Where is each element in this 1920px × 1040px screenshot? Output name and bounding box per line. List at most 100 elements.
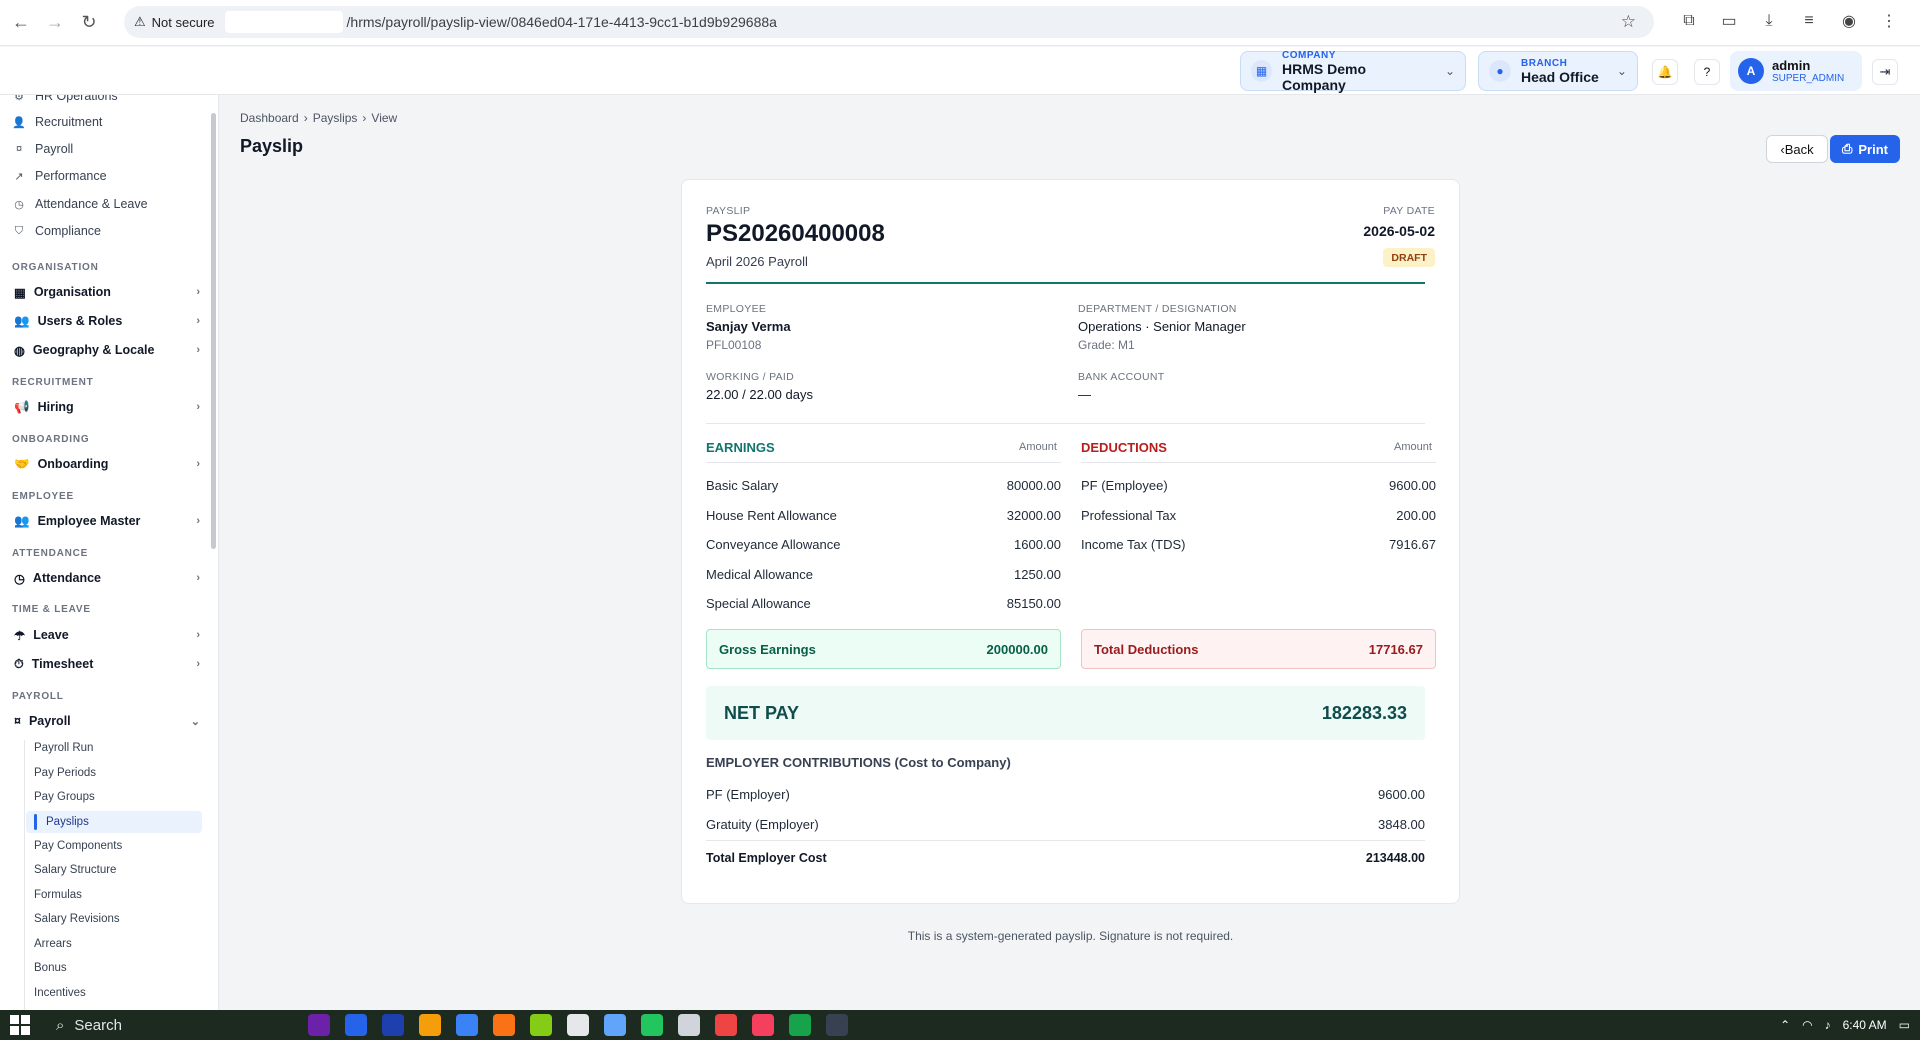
sidebar-subitem-payroll-run[interactable]: Payroll Run <box>34 739 93 757</box>
wifi-icon[interactable]: ◠ <box>1802 1018 1812 1032</box>
sidebar-item-label: HR Operations <box>35 95 118 103</box>
back-button[interactable]: ‹ Back <box>1766 135 1828 163</box>
sidebar-item-timesheet[interactable]: ⏱ Timesheet › <box>14 654 200 674</box>
sidebar-item-attendance-leave[interactable]: ◷ Attendance & Leave <box>12 194 147 214</box>
sidebar-item-payroll[interactable]: ¤ Payroll ⌄ <box>14 711 200 731</box>
cast-icon[interactable]: ▭ <box>1716 8 1742 34</box>
user-menu[interactable]: A admin SUPER_ADMIN <box>1730 51 1862 91</box>
sidebar-item-performance[interactable]: ↗ Performance <box>12 166 106 186</box>
users-icon: 👥 <box>14 513 30 528</box>
volume-icon[interactable]: ♪ <box>1825 1018 1831 1032</box>
net-pay-value: 182283.33 <box>1321 702 1407 723</box>
group-organisation: ORGANISATION <box>12 262 99 273</box>
app-icon[interactable] <box>641 1014 663 1036</box>
forward-arrow-icon[interactable]: → <box>42 10 68 36</box>
breadcrumb-dashboard[interactable]: Dashboard <box>240 111 299 125</box>
sidebar-subitem-salary-revisions[interactable]: Salary Revisions <box>34 910 120 928</box>
sidebar-subitem-payslips[interactable]: Payslips <box>26 811 202 833</box>
download-icon[interactable]: ⤓ <box>1756 8 1782 34</box>
deduction-amount: 9600.00 <box>1389 478 1436 493</box>
company-selector[interactable]: ▦ COMPANY HRMS Demo Company ⌄ <box>1240 50 1466 93</box>
clock-time[interactable]: 6:40 AM <box>1843 1018 1887 1032</box>
breadcrumb: Dashboard › Payslips › View <box>240 111 397 125</box>
sidebar-item-compliance[interactable]: ⛉ Compliance <box>12 221 101 241</box>
sidebar-item-organisation[interactable]: ▦ Organisation › <box>14 282 200 302</box>
search-icon: ⌕ <box>56 1016 65 1034</box>
sidebar-subitem-arrears[interactable]: Arrears <box>34 935 72 953</box>
chevron-up-icon[interactable]: ⌃ <box>1780 1018 1790 1032</box>
app-icon[interactable] <box>382 1014 404 1036</box>
chevron-right-icon: › <box>196 658 200 670</box>
deductions-divider <box>1081 462 1436 463</box>
contribution-row: Gratuity (Employer) 3848.00 <box>706 817 1425 832</box>
security-indicator[interactable]: ⚠ Not secure <box>124 14 225 30</box>
bookmark-star-icon[interactable]: ☆ <box>1621 12 1636 32</box>
app-icon[interactable] <box>789 1014 811 1036</box>
url-text: /hrms/payroll/payslip-view/0846ed04-171e… <box>346 14 777 30</box>
chatgpt-icon[interactable] <box>567 1014 589 1036</box>
notification-bell-icon[interactable]: 🔔 <box>1652 59 1678 85</box>
deductions-amount-header: Amount <box>1394 441 1432 453</box>
gear-icon: ⚙ <box>14 95 24 103</box>
menu-icon[interactable]: ⋮ <box>1876 8 1902 34</box>
chevron-right-icon: › <box>196 344 200 356</box>
terminal-icon[interactable] <box>826 1014 848 1036</box>
print-button[interactable]: ⎙ Print <box>1830 135 1900 163</box>
sidebar-item-users-roles[interactable]: 👥 Users & Roles › <box>14 311 200 331</box>
chevron-right-icon: › <box>196 572 200 584</box>
reload-icon[interactable]: ↻ <box>76 10 102 36</box>
back-arrow-icon[interactable]: ← <box>8 10 34 36</box>
gross-value: 200000.00 <box>986 641 1048 657</box>
earning-row: Conveyance Allowance 1600.00 <box>706 537 1061 552</box>
sidebar-subitem-pay-components[interactable]: Pay Components <box>34 837 122 855</box>
sidebar-item-recruitment[interactable]: 👤 Recruitment <box>12 112 102 132</box>
app-icon[interactable] <box>752 1014 774 1036</box>
extensions-icon[interactable]: ⧉ <box>1676 8 1702 34</box>
sidebar-item-geography[interactable]: ◍ Geography & Locale › <box>14 340 200 360</box>
sidebar-subitem-bonus[interactable]: Bonus <box>34 959 67 977</box>
branch-selector[interactable]: ● BRANCH Head Office ⌄ <box>1478 51 1638 91</box>
section-divider <box>706 423 1425 424</box>
windows-start-icon[interactable] <box>10 1015 30 1035</box>
sidebar-item-hr-operations[interactable]: ⚙ HR Operations <box>12 95 118 106</box>
taskbar-search[interactable]: ⌕ Search <box>48 1010 292 1040</box>
profile-icon[interactable]: ◉ <box>1836 8 1862 34</box>
notepad-icon[interactable] <box>530 1014 552 1036</box>
app-icon[interactable] <box>493 1014 515 1036</box>
sidebar-item-hiring[interactable]: 📢 Hiring › <box>14 397 200 417</box>
vscode-icon[interactable] <box>345 1014 367 1036</box>
earning-name: Special Allowance <box>706 596 811 611</box>
sidebar-subitem-pay-periods[interactable]: Pay Periods <box>34 764 96 782</box>
sidebar-item-payroll-top[interactable]: ¤ Payroll <box>12 139 73 159</box>
sidebar-item-employee-master[interactable]: 👥 Employee Master › <box>14 511 200 531</box>
deduction-row: Income Tax (TDS) 7916.67 <box>1081 537 1436 552</box>
sidebar-subitem-pay-groups[interactable]: Pay Groups <box>34 788 95 806</box>
browser-actions: ⧉ ▭ ⤓ ≡ ◉ ⋮ <box>1676 8 1920 34</box>
sidebar-item-attendance[interactable]: ◷ Attendance › <box>14 568 200 588</box>
payroll-icon: ¤ <box>14 714 21 728</box>
clock-icon: ◷ <box>14 571 25 586</box>
app-icon[interactable] <box>604 1014 626 1036</box>
sidebar-subitem-salary-structure[interactable]: Salary Structure <box>34 861 116 879</box>
sidebar-subitem-formulas[interactable]: Formulas <box>34 886 82 904</box>
address-bar[interactable]: ⚠ Not secure /hrms/payroll/payslip-view/0… <box>124 6 1654 38</box>
sidebar-item-leave[interactable]: ☂ Leave › <box>14 625 200 645</box>
chrome-icon[interactable] <box>715 1014 737 1036</box>
pay-date-label: PAY DATE <box>1383 205 1435 217</box>
help-icon[interactable]: ? <box>1694 59 1720 85</box>
notification-icon[interactable]: ▭ <box>1899 1018 1910 1032</box>
avatar: A <box>1738 58 1764 84</box>
app-icon[interactable] <box>678 1014 700 1036</box>
logout-icon[interactable]: ⇥ <box>1872 59 1898 85</box>
sidebar-item-label: Compliance <box>35 224 102 238</box>
bank-label: BANK ACCOUNT <box>1078 371 1165 383</box>
app-icon[interactable] <box>456 1014 478 1036</box>
sidebar-scrollbar[interactable] <box>211 113 216 549</box>
app-icon[interactable] <box>308 1014 330 1036</box>
folder-icon[interactable] <box>419 1014 441 1036</box>
group-recruitment: RECRUITMENT <box>12 377 94 388</box>
media-icon[interactable]: ≡ <box>1796 8 1822 34</box>
breadcrumb-payslips[interactable]: Payslips <box>313 111 358 125</box>
sidebar-subitem-incentives[interactable]: Incentives <box>34 984 86 1002</box>
sidebar-item-onboarding[interactable]: 🤝 Onboarding › <box>14 454 200 474</box>
